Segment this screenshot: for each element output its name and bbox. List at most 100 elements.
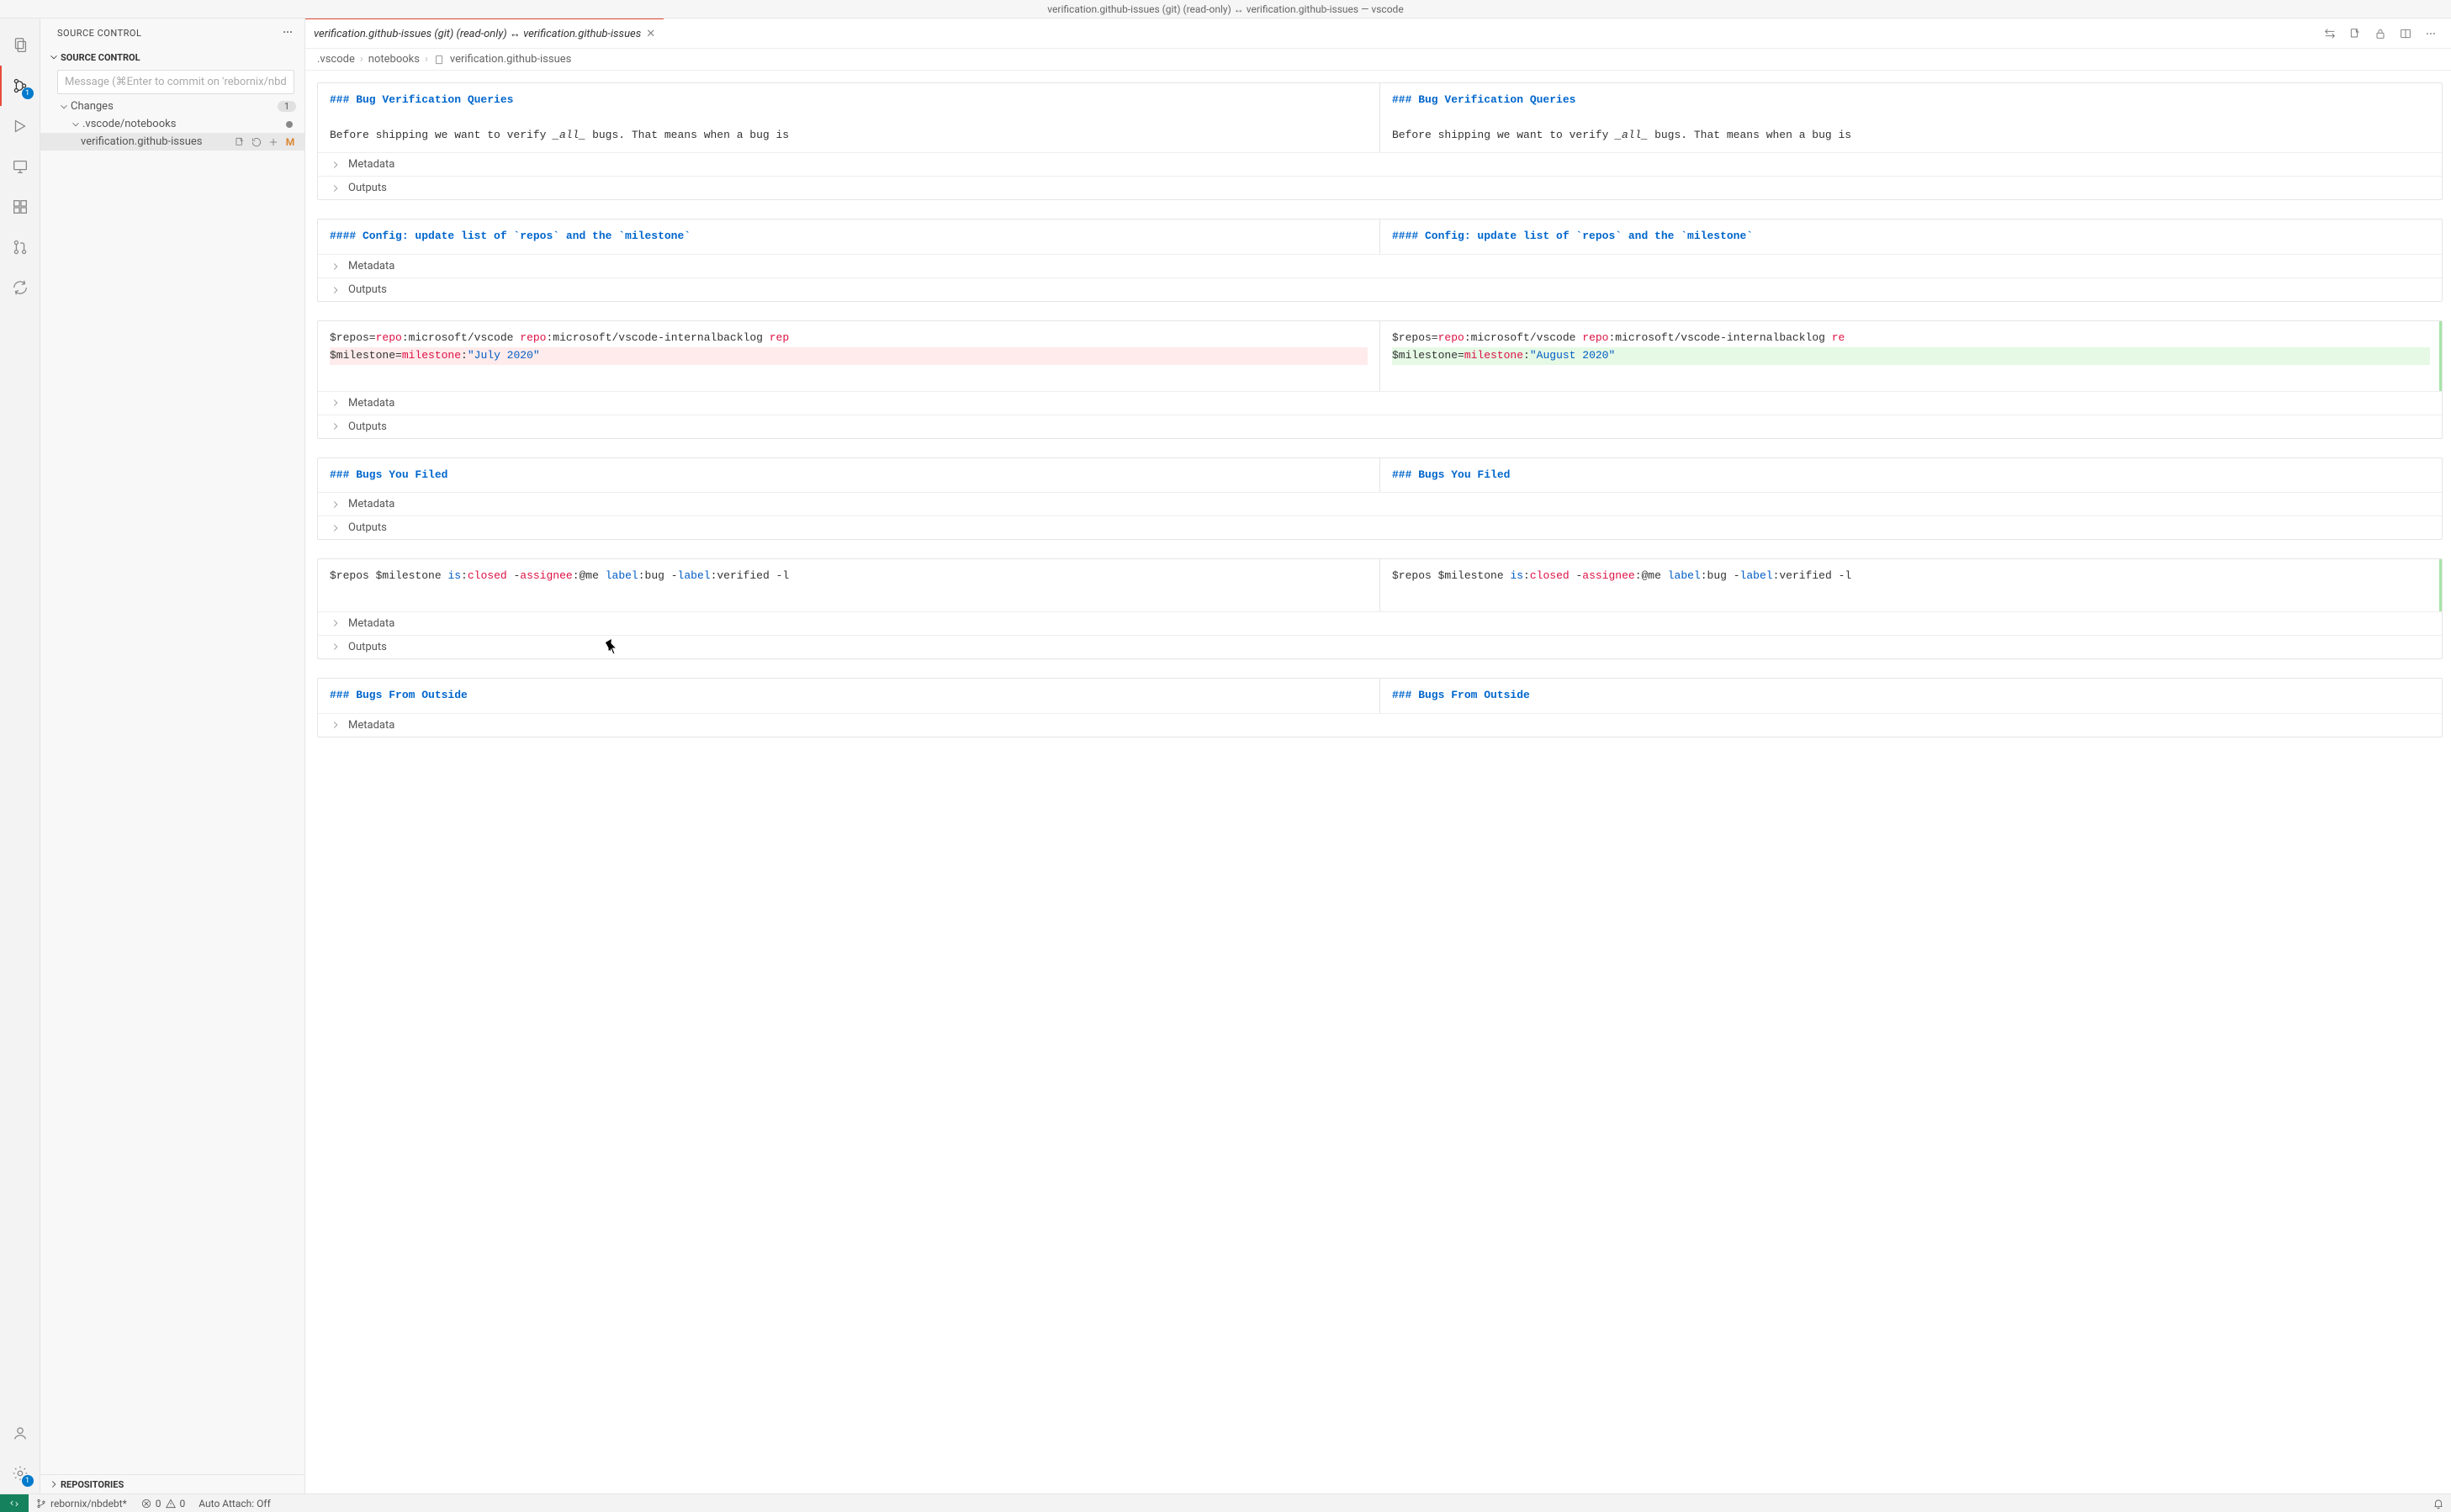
remote-icon [11, 157, 29, 176]
chevron-right-icon [330, 641, 341, 653]
diff-pane-left[interactable]: #### Config: update list of `repos` and … [318, 219, 1380, 254]
breadcrumbs[interactable]: .vscode › notebooks › verification.githu… [305, 49, 2451, 71]
cell-heading: #### Config: update list of `repos` and … [1392, 228, 2430, 246]
diff-pane-right[interactable]: ### Bugs From Outside [1380, 679, 2442, 713]
outputs-toggle[interactable]: Outputs [318, 176, 2442, 199]
diff-cell: $repos=repo:microsoft/vscode repo:micros… [317, 320, 2443, 438]
activity-sync[interactable] [0, 267, 40, 308]
diff-gutter-added [2439, 559, 2442, 611]
tab-close-icon[interactable]: ✕ [646, 28, 655, 40]
breadcrumb-seg[interactable]: verification.github-issues [450, 53, 571, 66]
editor-tabs: verification.github-issues (git) (read-o… [305, 19, 2451, 49]
repositories-section[interactable]: REPOSITORIES [40, 1474, 304, 1493]
metadata-toggle[interactable]: Metadata [318, 152, 2442, 176]
sidebar: SOURCE CONTROL SOURCE CONTROL Changes 1 … [40, 19, 305, 1493]
metadata-toggle[interactable]: Metadata [318, 611, 2442, 635]
diff-pane-left[interactable]: ### Bugs From Outside [318, 679, 1380, 713]
chevron-right-icon [330, 159, 341, 171]
diff-pane-left[interactable]: ### Bug Verification Queries Before ship… [318, 83, 1380, 152]
code-line: $repos $milestone is:closed -assignee:@m… [1392, 568, 2430, 585]
scm-provider-header[interactable]: SOURCE CONTROL [40, 48, 304, 66]
metadata-toggle[interactable]: Metadata [318, 713, 2442, 737]
titlebar-sep: ↔ [1234, 3, 1244, 15]
file-icon [433, 54, 445, 66]
split-editor-icon[interactable] [2399, 27, 2412, 40]
breadcrumb-seg[interactable]: notebooks [368, 53, 420, 66]
cell-heading: ### Bugs You Filed [1392, 467, 2430, 484]
diff-pane-right[interactable]: $repos $milestone is:closed -assignee:@m… [1380, 559, 2442, 611]
chevron-down-icon [70, 119, 82, 130]
scm-provider-label: SOURCE CONTROL [61, 52, 140, 63]
more-actions-icon[interactable] [2424, 27, 2438, 40]
diff-cell: ### Bugs You Filed ### Bugs You Filed Me… [317, 457, 2443, 541]
repositories-label: REPOSITORIES [61, 1479, 124, 1490]
chevron-right-icon [330, 182, 341, 194]
activity-bar: 1 1 [0, 19, 40, 1493]
outputs-toggle[interactable]: Outputs [318, 515, 2442, 539]
cell-heading: ### Bugs You Filed [330, 467, 1368, 484]
activity-explorer[interactable] [0, 25, 40, 66]
activity-remote-explorer[interactable] [0, 146, 40, 187]
open-file-icon[interactable] [2348, 27, 2362, 40]
status-problems[interactable]: 0 0 [134, 1498, 193, 1509]
activity-extensions[interactable] [0, 187, 40, 227]
diff-pane-left[interactable]: $repos $milestone is:closed -assignee:@m… [318, 559, 1380, 611]
discard-icon[interactable] [251, 136, 262, 148]
outputs-toggle[interactable]: Outputs [318, 415, 2442, 438]
changes-count: 1 [278, 101, 296, 112]
metadata-toggle[interactable]: Metadata [318, 391, 2442, 415]
chevron-right-icon [330, 617, 341, 629]
status-branch[interactable]: rebornix/nbdebt* [29, 1498, 134, 1509]
activity-settings[interactable]: 1 [0, 1453, 40, 1493]
editor-tab-active[interactable]: verification.github-issues (git) (read-o… [305, 19, 664, 48]
metadata-toggle[interactable]: Metadata [318, 492, 2442, 515]
outputs-toggle[interactable]: Outputs [318, 278, 2442, 301]
editor-area: verification.github-issues (git) (read-o… [305, 19, 2451, 1493]
breadcrumb-seg[interactable]: .vscode [317, 53, 355, 66]
changes-group[interactable]: Changes 1 [40, 98, 304, 115]
activity-scm[interactable]: 1 [0, 66, 40, 106]
activity-run[interactable] [0, 106, 40, 146]
outputs-toggle[interactable]: Outputs [318, 635, 2442, 658]
diff-gutter-added [2439, 321, 2442, 390]
diff-pane-right[interactable]: ### Bug Verification Queries Before ship… [1380, 83, 2442, 152]
diff-cell: ### Bug Verification Queries Before ship… [317, 82, 2443, 200]
cell-body-text: Before shipping we want to verify _all_ … [330, 127, 1368, 145]
play-bug-icon [11, 117, 29, 135]
folder-label: .vscode/notebooks [82, 118, 286, 130]
diff-pane-right[interactable]: $repos=repo:microsoft/vscode repo:micros… [1380, 321, 2442, 390]
sync-icon [11, 278, 29, 297]
sidebar-more-icon[interactable] [281, 25, 294, 41]
chevron-right-icon [330, 397, 341, 409]
diff-pane-left[interactable]: $repos=repo:microsoft/vscode repo:micros… [318, 321, 1380, 390]
chevron-right-icon [330, 284, 341, 296]
commit-message-input[interactable] [57, 70, 294, 94]
extensions-icon [11, 198, 29, 216]
status-auto-attach[interactable]: Auto Attach: Off [192, 1498, 278, 1509]
compare-changes-icon[interactable] [2323, 27, 2337, 40]
status-bar: rebornix/nbdebt* 0 0 Auto Attach: Off [0, 1493, 2451, 1512]
remote-indicator[interactable] [0, 1494, 29, 1512]
cell-heading: ### Bug Verification Queries [1392, 92, 2430, 109]
status-notifications[interactable] [2426, 1498, 2451, 1509]
stage-icon[interactable] [267, 136, 279, 148]
diff-pane-right[interactable]: ### Bugs You Filed [1380, 458, 2442, 493]
diff-content[interactable]: ### Bug Verification Queries Before ship… [305, 71, 2451, 1493]
activity-github[interactable] [0, 227, 40, 267]
diff-pane-right[interactable]: #### Config: update list of `repos` and … [1380, 219, 2442, 254]
changed-file-row[interactable]: verification.github-issues M [40, 133, 304, 151]
window-titlebar: verification.github-issues (git) (read-o… [0, 0, 2451, 19]
chevron-right-icon [330, 261, 341, 272]
open-file-icon[interactable] [234, 136, 246, 148]
sidebar-title: SOURCE CONTROL [57, 28, 281, 39]
error-icon [140, 1498, 152, 1509]
activity-account[interactable] [0, 1413, 40, 1453]
scm-badge: 1 [22, 87, 34, 99]
diff-pane-left[interactable]: ### Bugs You Filed [318, 458, 1380, 493]
folder-row[interactable]: .vscode/notebooks [40, 115, 304, 133]
cell-body-text: Before shipping we want to verify _all_ … [1392, 127, 2430, 145]
files-icon [11, 36, 29, 55]
file-status-badge: M [284, 136, 296, 148]
readonly-lock-icon[interactable] [2374, 27, 2387, 40]
metadata-toggle[interactable]: Metadata [318, 254, 2442, 278]
